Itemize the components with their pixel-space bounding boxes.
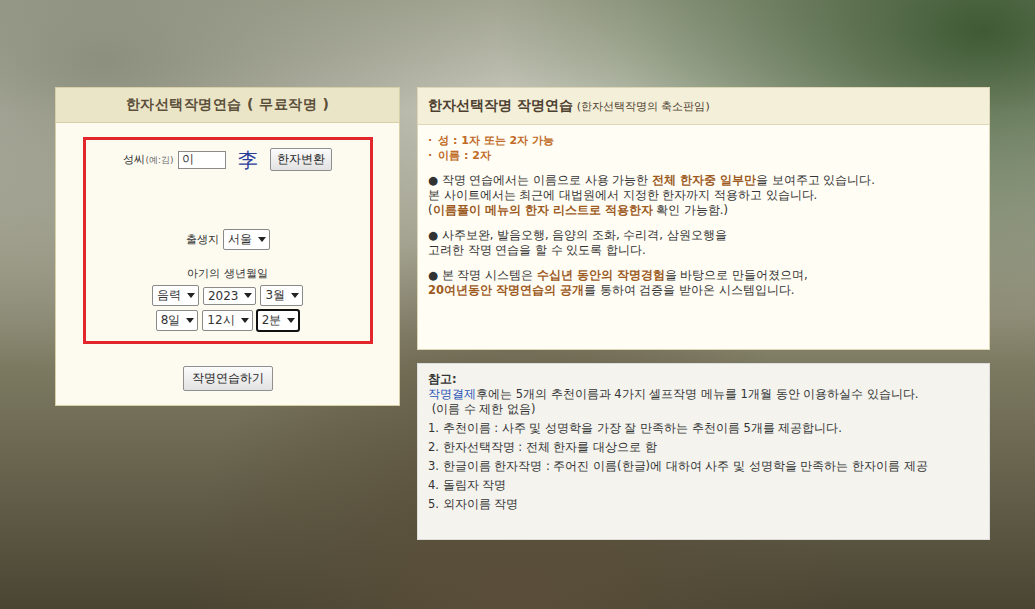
convert-button[interactable]: 한자변환 [270,148,332,171]
rule-item: · 성 : 1자 또는 2자 가능 [428,133,979,148]
info-header: 한자선택작명 작명연습 (한자선택작명의 축소판임) [418,88,989,125]
text-segment: 확인 가능함.) [653,203,728,217]
select-value: 2023 [208,289,239,303]
text-segment: ● 본 작명 시스템은 [428,268,537,282]
paragraph-line: ● 작명 연습에서는 이름으로 사용 가능한 전체 한자중 일부만을 보여주고 … [428,173,979,188]
select-value: 서울 [228,231,252,248]
time-select[interactable]: 12시 [202,310,252,331]
dropdown-arrow-icon [187,293,195,298]
birthplace-select[interactable]: 서울 [223,229,270,250]
text-segment: ● 사주보완, 발음오행, 음양의 조화, 수리격, 삼원오행을 [428,228,727,242]
select-value: 12시 [207,312,234,329]
birthplace-label: 출생지 [186,232,219,247]
highlight-box: 성씨(예:김) 이 李한자변환출생지 서울아기의 생년월일음력 2023 3월 8일 12시 2… [83,137,373,344]
text-segment: 고려한 작명 연습을 할 수 있도록 합니다. [428,243,646,257]
paragraph-line: ● 본 작명 시스템은 수십년 동안의 작명경험을 바탕으로 만들어졌으며, [428,268,979,283]
reference-note: (이름 수 제한 없음) [428,402,979,417]
text-segment: 를 통하여 검증을 받아온 시스템입니다. [584,283,794,297]
text-segment: 수십년 동안의 작명경험 [537,268,665,282]
birthdate-label: 아기의 생년월일 [187,266,268,281]
intro-text: 후에는 5개의 추천이름과 4가지 셀프작명 메뉴를 1개월 동안 이용하실수 … [476,387,919,401]
date-row: 음력 2023 3월 [152,285,303,306]
info-paragraph: ● 작명 연습에서는 이름으로 사용 가능한 전체 한자중 일부만을 보여주고 … [428,173,979,218]
submit-button[interactable]: 작명연습하기 [183,366,273,391]
surname-label: 성씨(예:김) [123,152,173,167]
text-segment: 20여년동안 작명연습의 공개 [428,283,584,297]
birthplace-row: 출생지 서울 [186,229,270,250]
reference-item: 1. 추천이름 : 사주 및 성명학을 가장 잘 만족하는 추천이름 5개를 제… [428,421,979,436]
info-body: · 성 : 1자 또는 2자 가능 · 이름 : 2자 ● 작명 연습에서는 이름으로 … [418,125,989,308]
rule-text: 이름 : 2자 [438,148,491,163]
text-segment: ( [428,203,433,217]
surname-hint: (예:김) [145,155,173,165]
dropdown-arrow-icon [244,293,252,298]
reference-panel: 참고:작명결제후에는 5개의 추천이름과 4가지 셀프작명 메뉴를 1개월 동안… [417,363,990,540]
time-select[interactable]: 2분 [257,310,300,331]
surname-label-text: 성씨 [123,153,145,166]
info-paragraph: ● 본 작명 시스템은 수십년 동안의 작명경험을 바탕으로 만들어졌으며,20… [428,268,979,298]
right-column: 한자선택작명 작명연습 (한자선택작명의 축소판임) · 성 : 1자 또는 2자 … [417,87,990,540]
text-segment: 이름풀이 메뉴의 한자 리스트로 적용한자 [433,203,653,217]
reference-item: 5. 외자이름 작명 [428,497,979,512]
date-select[interactable]: 2023 [203,287,257,305]
panel-body: 성씨(예:김) 이 李한자변환출생지 서울아기의 생년월일음력 2023 3월 8일 12시 2… [56,123,399,405]
select-value: 3월 [265,287,285,304]
rule-bullet: · [428,133,432,148]
dropdown-arrow-icon [291,293,299,298]
dropdown-arrow-icon [241,318,249,323]
text-segment: 본 사이트에서는 최근에 대법원에서 지정한 한자까지 적용하고 있습니다. [428,188,817,202]
dropdown-arrow-icon [287,318,295,323]
dropdown-arrow-icon [258,237,266,242]
reference-item: 2. 한자선택작명 : 전체 한자를 대상으로 함 [428,440,979,455]
surname-hanja: 李 [230,150,266,170]
info-panel: 한자선택작명 작명연습 (한자선택작명의 축소판임) · 성 : 1자 또는 2자 … [417,87,990,350]
reference-title: 참고: [428,372,979,387]
paragraph-line: 본 사이트에서는 최근에 대법원에서 지정한 한자까지 적용하고 있습니다. [428,188,979,203]
surname-input[interactable]: 이 [178,151,226,169]
surname-row: 성씨(예:김) 이 李한자변환 [123,148,331,171]
date-select[interactable]: 3월 [260,285,303,306]
text-segment: ● 작명 연습에서는 이름으로 사용 가능한 [428,173,652,187]
reference-intro: 작명결제후에는 5개의 추천이름과 4가지 셀프작명 메뉴를 1개월 동안 이용… [428,387,979,402]
select-value: 음력 [157,287,181,304]
info-title: 한자선택작명 작명연습 [428,97,573,113]
dropdown-arrow-icon [186,318,194,323]
paragraph-line: (이름풀이 메뉴의 한자 리스트로 적용한자 확인 가능함.) [428,203,979,218]
text-segment: 을 보여주고 있습니다. [756,173,875,187]
time-select[interactable]: 8일 [156,310,199,331]
time-row: 8일 12시 2분 [156,310,300,331]
text-segment: 전체 한자중 일부만 [652,173,756,187]
panel-title: 한자선택작명연습 ( 무료작명 ) [56,88,399,123]
free-naming-panel: 한자선택작명연습 ( 무료작명 ) 성씨(예:김) 이 李한자변환출생지 서울아기의 생… [55,87,400,406]
reference-item: 4. 돌림자 작명 [428,478,979,493]
paragraph-line: 고려한 작명 연습을 할 수 있도록 합니다. [428,243,979,258]
rule-text: 성 : 1자 또는 2자 가능 [438,133,554,148]
payment-link[interactable]: 작명결제 [428,387,476,401]
info-subtitle: (한자선택작명의 축소판임) [577,100,710,113]
surname-value: 이 [182,151,194,168]
info-paragraph: ● 사주보완, 발음오행, 음양의 조화, 수리격, 삼원오행을고려한 작명 연… [428,228,979,258]
reference-item: 3. 한글이름 한자작명 : 주어진 이름(한글)에 대하여 사주 및 성명학을… [428,459,979,474]
select-value: 2분 [262,312,282,329]
select-value: 8일 [161,312,181,329]
date-select[interactable]: 음력 [152,285,199,306]
text-segment: 을 바탕으로 만들어졌으며, [665,268,808,282]
paragraph-line: ● 사주보완, 발음오행, 음양의 조화, 수리격, 삼원오행을 [428,228,979,243]
paragraph-line: 20여년동안 작명연습의 공개를 통하여 검증을 받아온 시스템입니다. [428,283,979,298]
rule-item: · 이름 : 2자 [428,148,979,163]
rule-bullet: · [428,148,432,163]
